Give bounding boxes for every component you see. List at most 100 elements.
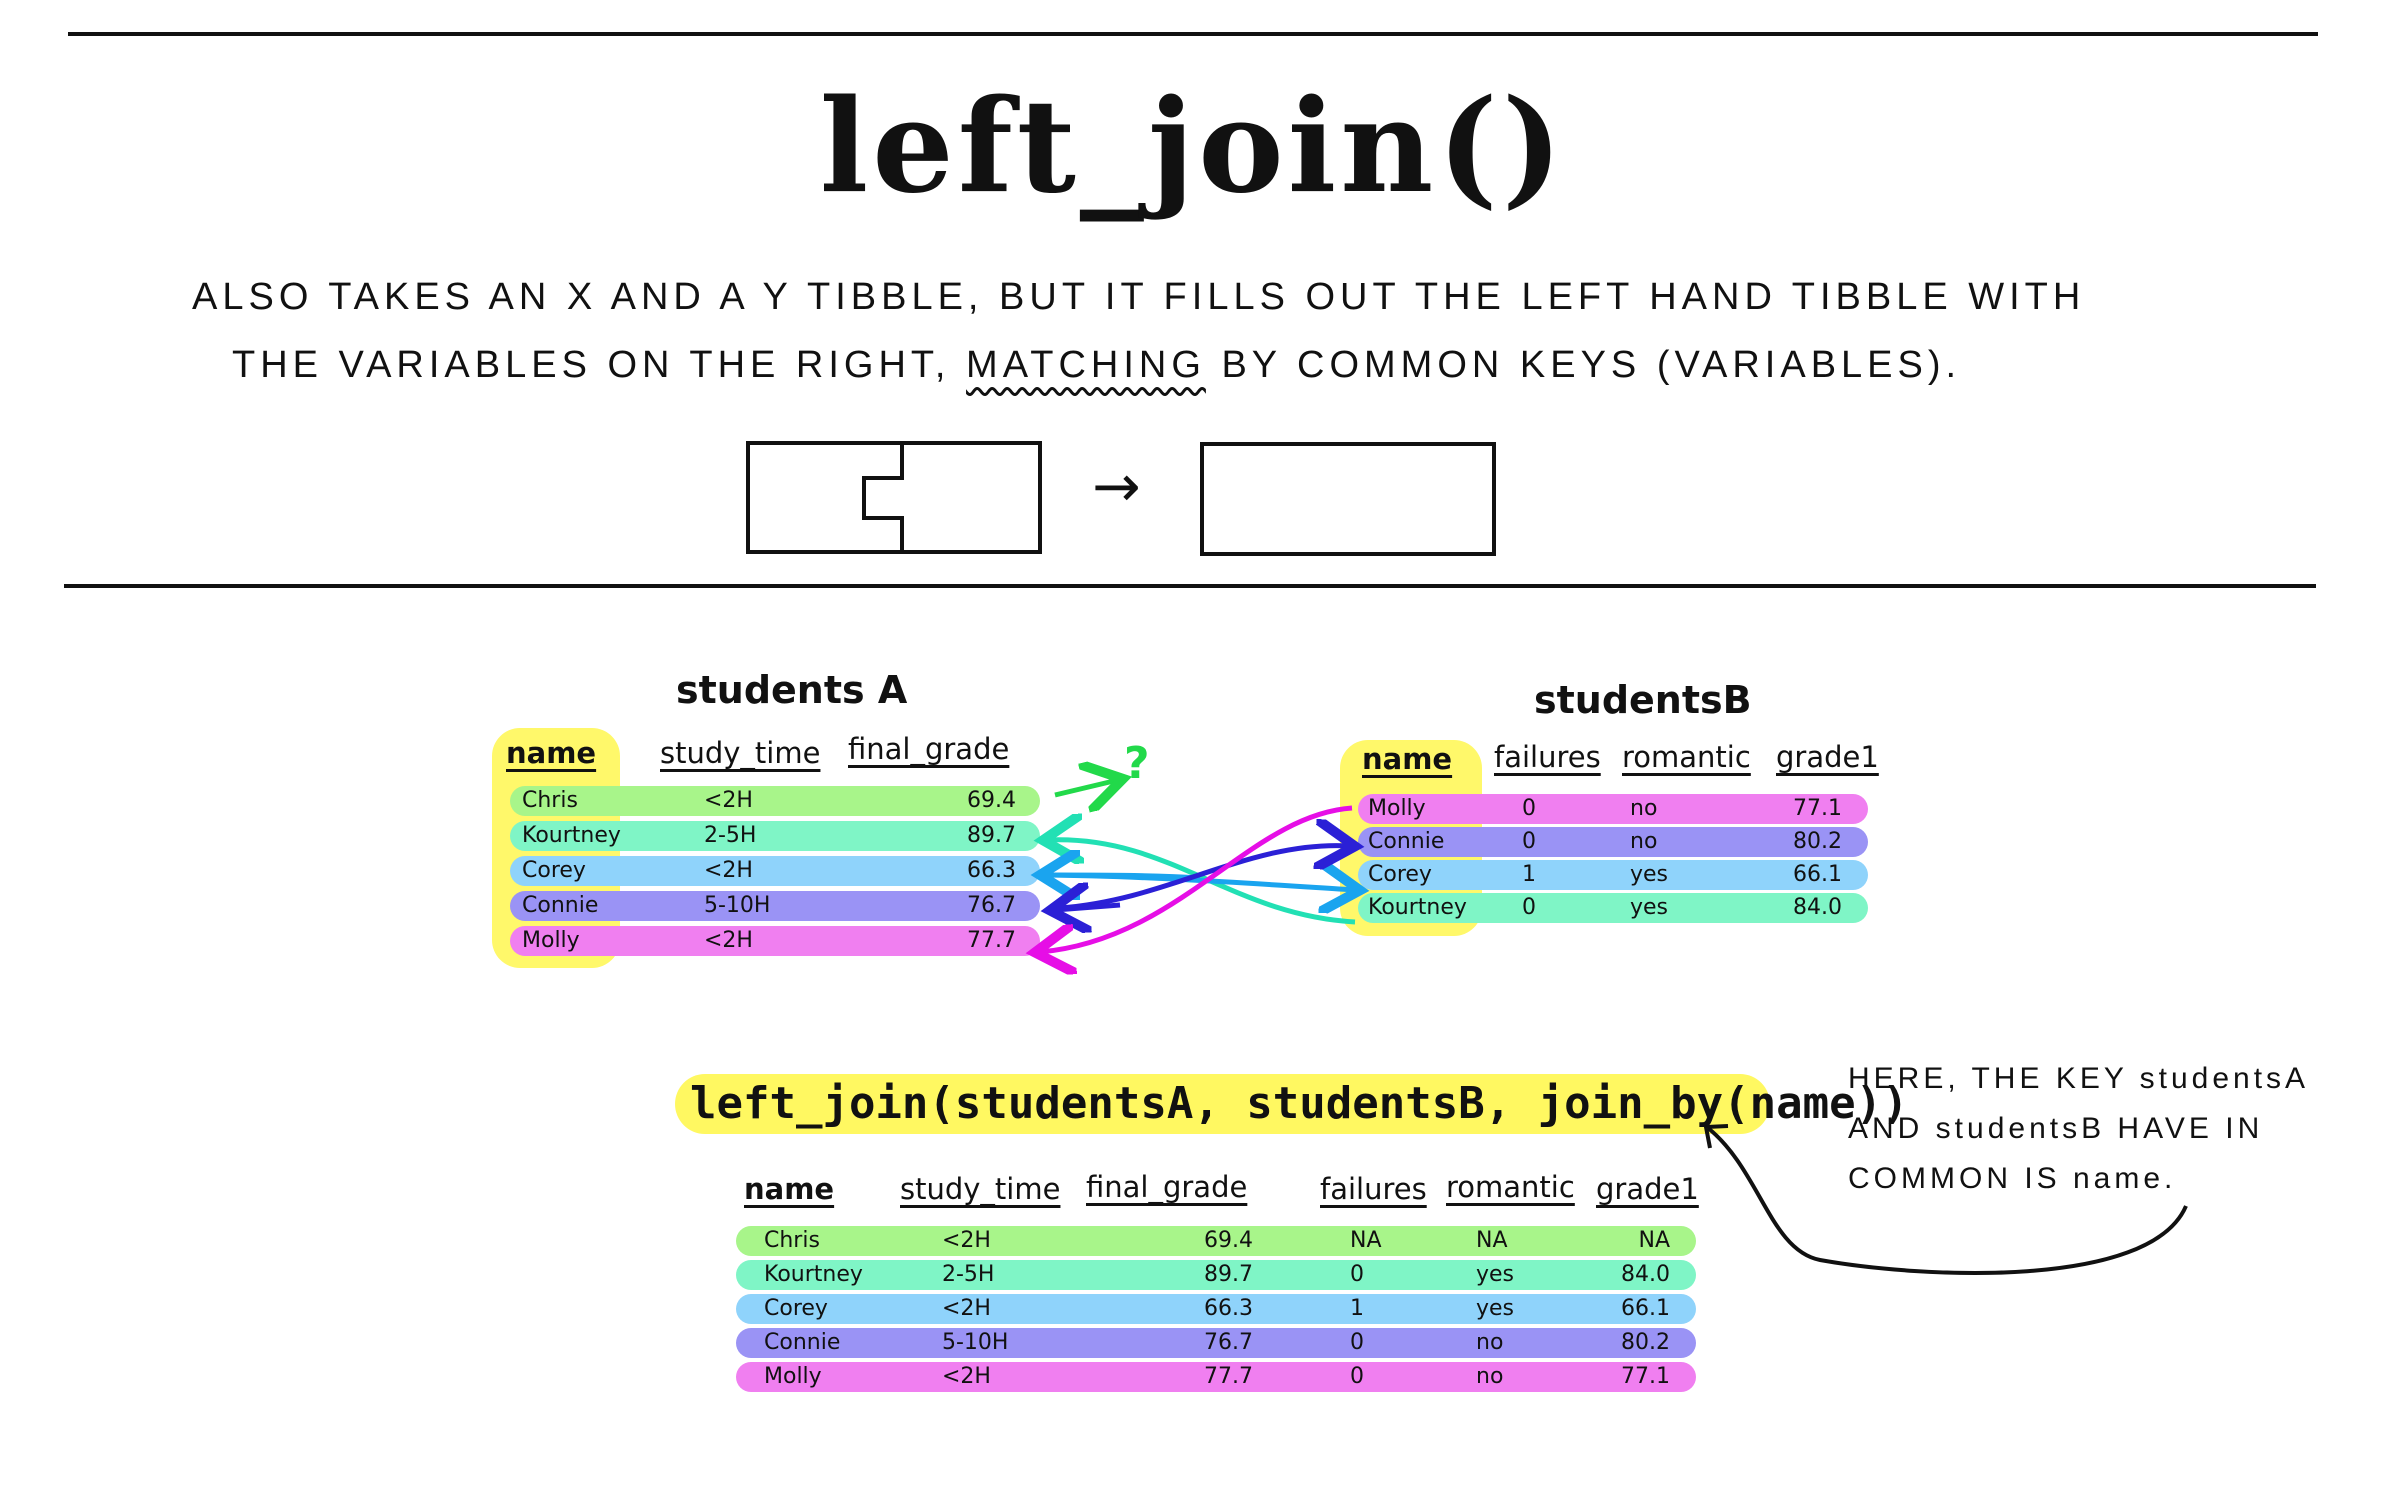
result-cell-study_time: <2H xyxy=(942,1228,991,1253)
result-cell-grade1: 66.1 xyxy=(1621,1296,1670,1321)
tableA-header-name: name xyxy=(506,736,597,770)
result-cell-romantic: no xyxy=(1476,1330,1504,1355)
result-cell-name: Kourtney xyxy=(764,1262,863,1287)
tableB-cell-failures: 0 xyxy=(1522,829,1536,854)
tableA-cell-name: Kourtney xyxy=(522,823,621,848)
tableB-title: studentsB xyxy=(1534,678,1752,722)
result-cell-final_grade: 69.4 xyxy=(1204,1228,1253,1253)
tableB-cell-grade1: 66.1 xyxy=(1793,862,1842,887)
tableB-cell-failures: 0 xyxy=(1522,895,1536,920)
arrow-corey-left xyxy=(1045,875,1201,878)
result-row: Connie 5-10H 76.7 0 no 80.2 xyxy=(736,1328,1696,1358)
result-cell-failures: 0 xyxy=(1350,1330,1364,1355)
result-header-romantic: romantic xyxy=(1446,1170,1575,1204)
result-cell-grade1: 84.0 xyxy=(1621,1262,1670,1287)
description-line-2: THE VARIABLES ON THE RIGHT, MATCHING BY … xyxy=(232,344,1961,387)
description-line-2-end: BY COMMON KEYS (VARIABLES). xyxy=(1205,344,1962,386)
result-cell-study_time: 2-5H xyxy=(942,1262,995,1287)
tableA-cell-study_time: <2H xyxy=(704,928,753,953)
tableB-cell-failures: 0 xyxy=(1522,796,1536,821)
result-cell-name: Corey xyxy=(764,1296,828,1321)
tableA-row: Kourtney 2-5H 89.7 xyxy=(510,821,1040,851)
result-cell-romantic: yes xyxy=(1476,1296,1515,1321)
tableB-cell-romantic: yes xyxy=(1630,895,1669,920)
middle-divider xyxy=(64,584,2316,588)
result-cell-grade1: 77.1 xyxy=(1621,1364,1670,1389)
top-divider xyxy=(68,32,2318,36)
result-cell-grade1: NA xyxy=(1638,1228,1670,1253)
page-title: left_join() xyxy=(819,72,1567,222)
tableA-header-final-grade: final_grade xyxy=(848,732,1010,766)
result-cell-final_grade: 89.7 xyxy=(1204,1262,1253,1287)
tableA-cell-final_grade: 77.7 xyxy=(967,928,1016,953)
result-cell-romantic: yes xyxy=(1476,1262,1515,1287)
tableA-cell-name: Molly xyxy=(522,928,580,953)
tableB-header-name: name xyxy=(1362,742,1453,776)
result-row: Corey <2H 66.3 1 yes 66.1 xyxy=(736,1294,1696,1324)
no-match-question-mark: ? xyxy=(1124,738,1150,789)
tableA-cell-name: Corey xyxy=(522,858,586,883)
tableB-cell-grade1: 80.2 xyxy=(1793,829,1842,854)
tableA-row: Chris <2H 69.4 xyxy=(510,786,1040,816)
result-cell-grade1: 80.2 xyxy=(1621,1330,1670,1355)
note-line-2: AND studentsB HAVE IN xyxy=(1848,1112,2264,1145)
result-cell-study_time: 5-10H xyxy=(942,1330,1009,1355)
arrow-connie-back xyxy=(1055,905,1121,910)
tableA-row: Molly <2H 77.7 xyxy=(510,926,1040,956)
tableB-row: Kourtney 0 yes 84.0 xyxy=(1358,893,1868,923)
arrow-kourtney xyxy=(1048,840,1356,925)
result-cell-failures: 1 xyxy=(1350,1296,1364,1321)
result-header-name: name xyxy=(744,1172,835,1206)
tableA-cell-study_time: <2H xyxy=(704,858,753,883)
result-tibble-box xyxy=(1200,442,1496,556)
tableB-cell-grade1: 84.0 xyxy=(1793,895,1842,920)
result-row: Chris <2H 69.4 NA NA NA xyxy=(736,1226,1696,1256)
note-line-1: HERE, THE KEY studentsA xyxy=(1848,1062,2310,1095)
tableB-row: Connie 0 no 80.2 xyxy=(1358,827,1868,857)
tableB-cell-failures: 1 xyxy=(1522,862,1536,887)
tableB-row: Corey 1 yes 66.1 xyxy=(1358,860,1868,890)
tableA-cell-final_grade: 69.4 xyxy=(967,788,1016,813)
tableA-cell-study_time: <2H xyxy=(704,788,753,813)
left-tibble-box xyxy=(746,441,1042,554)
result-header-grade1: grade1 xyxy=(1596,1172,1699,1206)
tableB-cell-romantic: yes xyxy=(1630,862,1669,887)
tableA-cell-name: Chris xyxy=(522,788,578,813)
result-cell-final_grade: 66.3 xyxy=(1204,1296,1253,1321)
arrow-icon: → xyxy=(1092,452,1141,520)
tableA-title: students A xyxy=(676,668,908,712)
result-cell-final_grade: 77.7 xyxy=(1204,1364,1253,1389)
tableA-cell-final_grade: 66.3 xyxy=(967,858,1016,883)
note-line-3: COMMON IS name. xyxy=(1848,1162,2177,1195)
tableB-cell-name: Corey xyxy=(1368,862,1432,887)
result-cell-failures: 0 xyxy=(1350,1364,1364,1389)
tableB-row: Molly 0 no 77.1 xyxy=(1358,794,1868,824)
result-cell-romantic: no xyxy=(1476,1364,1504,1389)
result-cell-name: Chris xyxy=(764,1228,820,1253)
description-line-2-start: THE VARIABLES ON THE RIGHT, xyxy=(232,344,967,386)
result-header-study-time: study_time xyxy=(900,1172,1061,1206)
arrow-chris-no-match xyxy=(1054,780,1118,795)
result-cell-name: Molly xyxy=(764,1364,822,1389)
result-cell-name: Connie xyxy=(764,1330,841,1355)
tableA-header-study-time: study_time xyxy=(660,736,821,770)
result-row: Kourtney 2-5H 89.7 0 yes 84.0 xyxy=(736,1260,1696,1290)
tableA-cell-final_grade: 76.7 xyxy=(967,893,1016,918)
description-line-1: ALSO TAKES AN X AND A Y TIBBLE, BUT IT F… xyxy=(192,276,2086,318)
result-cell-final_grade: 76.7 xyxy=(1204,1330,1253,1355)
tableB-cell-romantic: no xyxy=(1630,829,1658,854)
tableB-cell-name: Molly xyxy=(1368,796,1426,821)
tableB-cell-name: Connie xyxy=(1368,829,1445,854)
arrow-molly xyxy=(1040,805,1353,952)
result-cell-study_time: <2H xyxy=(942,1364,991,1389)
result-cell-romantic: NA xyxy=(1476,1228,1508,1253)
left-join-call: left_join(studentsA, studentsB, join_by(… xyxy=(690,1078,1909,1129)
tableA-cell-name: Connie xyxy=(522,893,599,918)
arrow-connie xyxy=(1059,846,1350,911)
tableA-cell-study_time: 5-10H xyxy=(704,893,771,918)
result-row: Molly <2H 77.7 0 no 77.1 xyxy=(736,1362,1696,1392)
matching-emphasis: MATCHING xyxy=(966,344,1206,386)
result-cell-study_time: <2H xyxy=(942,1296,991,1321)
result-header-final-grade: final_grade xyxy=(1086,1170,1248,1204)
tableB-cell-romantic: no xyxy=(1630,796,1658,821)
